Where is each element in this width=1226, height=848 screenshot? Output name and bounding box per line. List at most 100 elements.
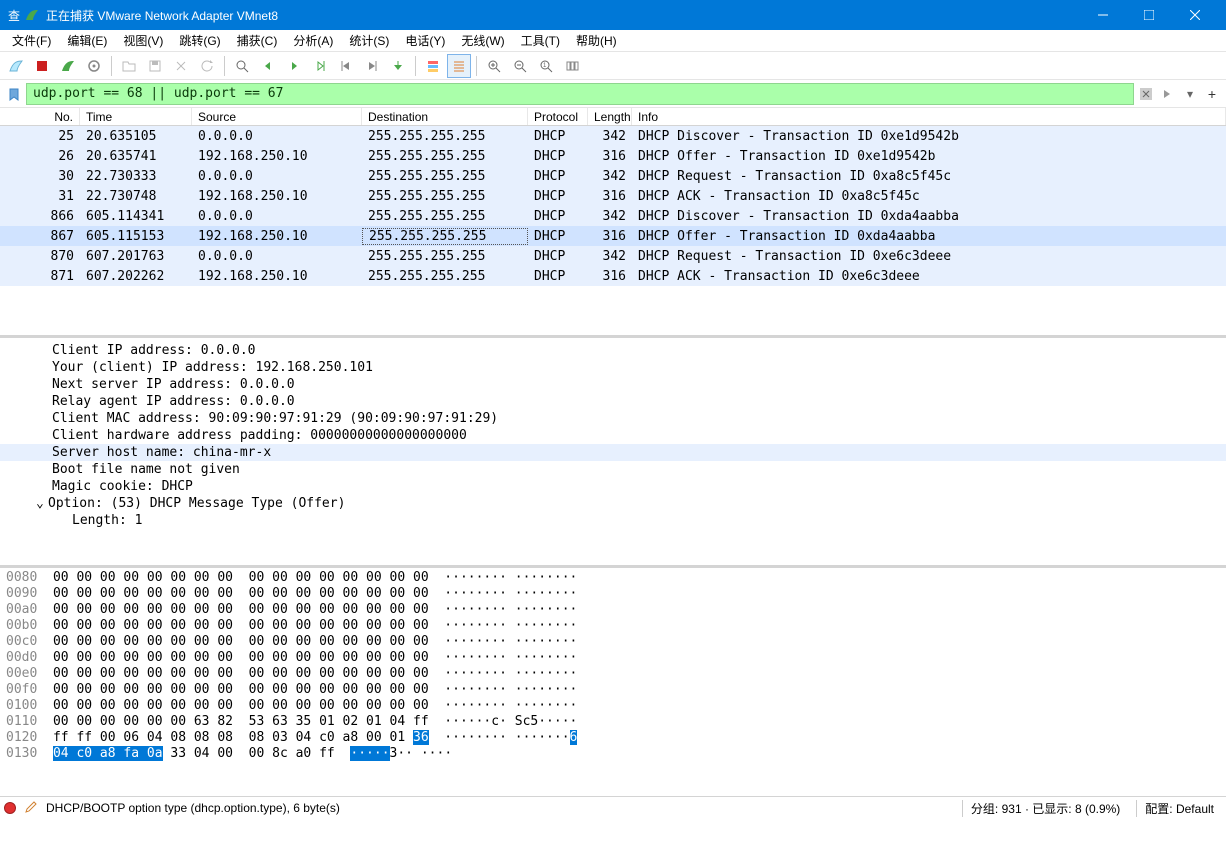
svg-text:1: 1 [543,63,547,69]
go-last-button[interactable] [360,54,384,78]
hex-line[interactable]: 00f0 00 00 00 00 00 00 00 00 00 00 00 00… [6,682,1220,698]
restart-capture-button[interactable] [56,54,80,78]
close-button[interactable] [1172,0,1218,30]
auto-scroll-live-button[interactable] [447,54,471,78]
toolbar-sep [476,56,477,76]
shark-fin-icon [24,7,40,23]
detail-line[interactable]: Server host name: china-mr-x [0,444,1226,461]
status-profile[interactable]: 配置: Default [1136,800,1222,817]
close-file-button[interactable] [169,54,193,78]
menu-捕获[interactable]: 捕获(C) [229,30,286,51]
capture-options-button[interactable] [82,54,106,78]
menu-分析[interactable]: 分析(A) [285,30,341,51]
filter-apply-button[interactable] [1158,84,1178,104]
window-title: 正在捕获 VMware Network Adapter VMnet8 [46,7,1080,24]
detail-line[interactable]: Client MAC address: 90:09:90:97:91:29 (9… [0,410,1226,427]
menu-工具[interactable]: 工具(T) [513,30,568,51]
detail-line[interactable]: Client IP address: 0.0.0.0 [0,342,1226,359]
start-capture-button[interactable] [4,54,28,78]
resize-columns-button[interactable] [560,54,584,78]
detail-line[interactable]: Your (client) IP address: 192.168.250.10… [0,359,1226,376]
filter-recent-button[interactable]: ▾ [1180,84,1200,104]
hex-line[interactable]: 0100 00 00 00 00 00 00 00 00 00 00 00 00… [6,698,1220,714]
titlebar: 查 正在捕获 VMware Network Adapter VMnet8 [0,0,1226,30]
find-packet-button[interactable] [230,54,254,78]
go-forward-button[interactable] [282,54,306,78]
toolbar-sep [224,56,225,76]
auto-scroll-button[interactable] [386,54,410,78]
hex-line[interactable]: 0090 00 00 00 00 00 00 00 00 00 00 00 00… [6,586,1220,602]
packet-list-header[interactable]: No. Time Source Destination Protocol Len… [0,108,1226,126]
table-row[interactable]: 2620.635741192.168.250.10255.255.255.255… [0,146,1226,166]
menu-跳转[interactable]: 跳转(G) [171,30,228,51]
display-filter-input[interactable] [26,83,1134,105]
col-proto[interactable]: Protocol [528,108,588,125]
table-row[interactable]: 871607.202262192.168.250.10255.255.255.2… [0,266,1226,286]
hex-line[interactable]: 0120 ff ff 00 06 04 08 08 08 08 03 04 c0… [6,730,1220,746]
reload-button[interactable] [195,54,219,78]
menu-文件[interactable]: 文件(F) [4,30,59,51]
open-file-button[interactable] [117,54,141,78]
menu-统计[interactable]: 统计(S) [341,30,397,51]
packet-list-pane[interactable]: No. Time Source Destination Protocol Len… [0,108,1226,338]
table-row[interactable]: 3122.730748192.168.250.10255.255.255.255… [0,186,1226,206]
packet-bytes-pane[interactable]: 0080 00 00 00 00 00 00 00 00 00 00 00 00… [0,568,1226,796]
stop-capture-button[interactable] [30,54,54,78]
zoom-in-button[interactable] [482,54,506,78]
hex-line[interactable]: 00c0 00 00 00 00 00 00 00 00 00 00 00 00… [6,634,1220,650]
save-file-button[interactable] [143,54,167,78]
filter-clear-button[interactable] [1136,84,1156,104]
detail-line[interactable]: Magic cookie: DHCP [0,478,1226,495]
hex-line[interactable]: 0130 04 c0 a8 fa 0a 33 04 00 00 8c a0 ff… [6,746,1220,762]
maximize-button[interactable] [1126,0,1172,30]
menu-帮助[interactable]: 帮助(H) [568,30,625,51]
detail-line[interactable]: ⌄Option: (53) DHCP Message Type (Offer) [0,495,1226,512]
detail-line[interactable]: Next server IP address: 0.0.0.0 [0,376,1226,393]
hex-line[interactable]: 00b0 00 00 00 00 00 00 00 00 00 00 00 00… [6,618,1220,634]
table-row[interactable]: 3022.7303330.0.0.0255.255.255.255DHCP342… [0,166,1226,186]
status-bar: DHCP/BOOTP option type (dhcp.option.type… [0,796,1226,819]
table-row[interactable]: 866605.1143410.0.0.0255.255.255.255DHCP3… [0,206,1226,226]
zoom-reset-button[interactable]: 1 [534,54,558,78]
menu-视图[interactable]: 视图(V) [115,30,171,51]
zoom-out-button[interactable] [508,54,532,78]
colorize-button[interactable] [421,54,445,78]
detail-line[interactable]: Client hardware address padding: 0000000… [0,427,1226,444]
detail-line[interactable]: Relay agent IP address: 0.0.0.0 [0,393,1226,410]
col-no[interactable]: No. [0,108,80,125]
menubar: 文件(F)编辑(E)视图(V)跳转(G)捕获(C)分析(A)统计(S)电话(Y)… [0,30,1226,52]
col-len[interactable]: Length [588,108,632,125]
hex-line[interactable]: 00e0 00 00 00 00 00 00 00 00 00 00 00 00… [6,666,1220,682]
toolbar-sep [111,56,112,76]
toolbar: 1 [0,52,1226,80]
go-back-button[interactable] [256,54,280,78]
edit-icon[interactable] [24,800,38,817]
go-first-button[interactable] [334,54,358,78]
expert-indicator-icon[interactable] [4,802,16,814]
hex-line[interactable]: 00d0 00 00 00 00 00 00 00 00 00 00 00 00… [6,650,1220,666]
minimize-button[interactable] [1080,0,1126,30]
menu-编辑[interactable]: 编辑(E) [59,30,115,51]
table-row[interactable]: 2520.6351050.0.0.0255.255.255.255DHCP342… [0,126,1226,146]
col-time[interactable]: Time [80,108,192,125]
status-packets: 分组: 931 · 已显示: 8 (0.9%) [962,800,1128,817]
packet-details-pane[interactable]: Client IP address: 0.0.0.0Your (client) … [0,338,1226,568]
left-hint: 查 [8,7,20,24]
toolbar-sep [415,56,416,76]
detail-line[interactable]: Boot file name not given [0,461,1226,478]
menu-电话[interactable]: 电话(Y) [397,30,453,51]
col-source[interactable]: Source [192,108,362,125]
detail-line[interactable]: Length: 1 [0,512,1226,529]
table-row[interactable]: 867605.115153192.168.250.10255.255.255.2… [0,226,1226,246]
table-row[interactable]: 870607.2017630.0.0.0255.255.255.255DHCP3… [0,246,1226,266]
filter-bookmark-button[interactable] [4,84,24,104]
go-to-packet-button[interactable] [308,54,332,78]
menu-无线[interactable]: 无线(W) [453,30,512,51]
hex-line[interactable]: 00a0 00 00 00 00 00 00 00 00 00 00 00 00… [6,602,1220,618]
col-dest[interactable]: Destination [362,108,528,125]
hex-line[interactable]: 0110 00 00 00 00 00 00 63 82 53 63 35 01… [6,714,1220,730]
status-text: DHCP/BOOTP option type (dhcp.option.type… [46,801,954,815]
hex-line[interactable]: 0080 00 00 00 00 00 00 00 00 00 00 00 00… [6,570,1220,586]
col-info[interactable]: Info [632,108,1226,125]
filter-add-button[interactable]: + [1202,84,1222,104]
